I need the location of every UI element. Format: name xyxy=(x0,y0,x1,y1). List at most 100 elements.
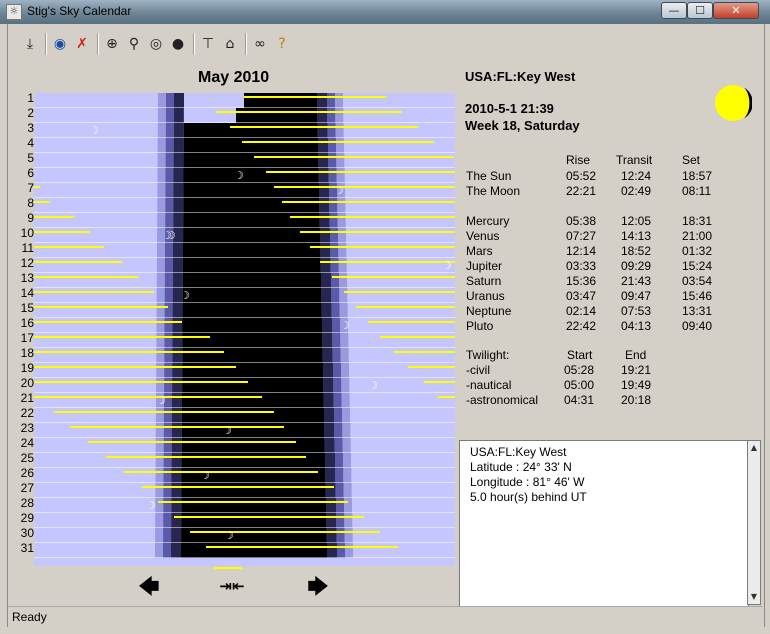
header-set: Set xyxy=(682,153,701,167)
astro-twilight-band xyxy=(322,348,333,363)
night-region xyxy=(182,318,322,333)
nautical-twilight-band xyxy=(336,513,345,528)
day-label: 16 xyxy=(20,316,34,330)
astro-twilight-band xyxy=(172,273,183,288)
header-rise: Rise xyxy=(566,153,591,167)
civil-twilight-band xyxy=(343,453,351,468)
civil-twilight-band xyxy=(155,498,164,513)
crosshair-icon[interactable]: ⊕ xyxy=(102,34,122,54)
body-rise: 15:36 xyxy=(566,274,597,288)
maximize-button[interactable]: ☐ xyxy=(687,2,713,19)
day-label: 8 xyxy=(27,196,34,210)
civil-twilight-band xyxy=(155,408,164,423)
astro-twilight-band xyxy=(173,213,184,228)
civil-twilight-band xyxy=(339,303,348,318)
nautical-twilight-band xyxy=(163,468,172,483)
location-line: Latitude : 24° 33' N xyxy=(470,460,572,474)
day-label: 21 xyxy=(20,391,34,405)
night-region xyxy=(183,153,319,168)
app-window: ☼ Stig's Sky Calendar — ☐ ✕ ⤓ ◉ ✗ ⊕ ⚲ ◎ … xyxy=(0,0,770,634)
minimize-button[interactable]: — xyxy=(661,2,687,19)
astro-twilight-band xyxy=(325,453,335,468)
binoculars-icon[interactable]: ∞ xyxy=(250,34,270,54)
nautical-twilight-band xyxy=(328,153,337,168)
status-bar: Ready xyxy=(8,606,762,627)
nautical-twilight-band xyxy=(328,138,336,153)
night-region xyxy=(182,258,321,273)
sky-calendar-chart[interactable]: ☽☽☽☽☽☽☽☽☽☽☽☽☽☽ xyxy=(34,93,455,572)
prev-month-button[interactable]: 🡄 xyxy=(135,575,163,597)
civil-twilight-band xyxy=(344,498,352,513)
astro-twilight-band xyxy=(321,303,332,318)
magnifier-icon[interactable]: ⚲ xyxy=(124,34,144,54)
nautical-twilight-band xyxy=(165,213,174,228)
moon-marker: ☽ xyxy=(334,184,344,197)
moon-marker: ☽ xyxy=(234,169,244,182)
nautical-twilight-band xyxy=(330,258,339,273)
day-label: 15 xyxy=(20,301,34,315)
body-set: 01:32 xyxy=(682,244,713,258)
scroll-down-icon[interactable]: ▼ xyxy=(748,590,760,604)
body-set: 21:00 xyxy=(682,229,713,243)
day-label: 24 xyxy=(20,436,34,450)
datetime: 2010-5-1 21:39 xyxy=(465,101,554,116)
nautical-twilight-band xyxy=(164,288,173,303)
close-button[interactable]: ✕ xyxy=(713,2,759,19)
twilight-name: -civil xyxy=(466,363,490,377)
target-icon[interactable]: ◎ xyxy=(146,34,166,54)
twilight-start: 04:31 xyxy=(564,393,595,407)
civil-twilight-band xyxy=(335,93,343,108)
civil-twilight-band xyxy=(155,468,164,483)
night-region xyxy=(183,183,319,198)
astro-twilight-band xyxy=(171,408,182,423)
starfield-icon[interactable]: ● xyxy=(168,34,188,54)
nautical-twilight-band xyxy=(331,303,340,318)
nautical-twilight-band xyxy=(163,483,172,498)
telescope-icon[interactable]: ⊤ xyxy=(198,34,218,54)
home-icon[interactable]: ⌂ xyxy=(220,34,240,54)
day-label: 10 xyxy=(20,226,34,240)
nautical-twilight-band xyxy=(164,273,173,288)
nautical-twilight-band xyxy=(332,333,341,348)
body-transit: 12:05 xyxy=(621,214,652,228)
next-month-button[interactable]: 🡆 xyxy=(304,575,332,597)
nautical-twilight-band xyxy=(165,108,174,123)
body-set: 15:24 xyxy=(682,259,713,273)
astro-twilight-band xyxy=(324,408,334,423)
location-scrollbar[interactable]: ▲ ▼ xyxy=(747,440,761,605)
civil-twilight-band xyxy=(155,453,164,468)
day-label: 30 xyxy=(20,526,34,540)
astro-twilight-band xyxy=(326,513,337,528)
body-set: 13:31 xyxy=(682,304,713,318)
body-rise: 22:42 xyxy=(566,319,597,333)
satellite-icon[interactable]: ✗ xyxy=(72,34,92,54)
civil-twilight-band xyxy=(157,168,166,183)
globe-icon[interactable]: ◉ xyxy=(50,34,70,54)
nautical-twilight-band xyxy=(164,363,173,378)
civil-twilight-band xyxy=(342,408,350,423)
help-icon[interactable]: ? xyxy=(272,34,292,54)
moon-phase-icon xyxy=(715,85,752,121)
nautical-twilight-band xyxy=(164,258,173,273)
astro-twilight-band xyxy=(172,378,183,393)
night-region xyxy=(183,198,320,213)
body-transit: 12:24 xyxy=(621,169,652,183)
twilight-start: 05:28 xyxy=(564,363,595,377)
location-line: 5.0 hour(s) behind UT xyxy=(470,490,587,504)
civil-twilight-band xyxy=(158,93,166,108)
nautical-twilight-band xyxy=(163,513,172,528)
save-icon[interactable]: ⤓ xyxy=(20,34,40,54)
nautical-twilight-band xyxy=(164,303,173,318)
civil-twilight-band xyxy=(157,138,166,153)
nautical-twilight-band xyxy=(330,228,338,243)
astro-twilight-band xyxy=(324,423,335,438)
astro-twilight-band xyxy=(171,438,182,453)
astro-twilight-band xyxy=(327,543,337,558)
day-label: 22 xyxy=(20,406,34,420)
night-region xyxy=(182,303,322,318)
location-info-box[interactable]: USA:FL:Key West Latitude : 24° 33' N Lon… xyxy=(459,440,749,607)
astro-twilight-band xyxy=(171,483,182,498)
scroll-up-icon[interactable]: ▲ xyxy=(748,441,760,455)
today-button[interactable]: ⇥⇤ xyxy=(218,575,246,597)
body-name: Mercury xyxy=(466,214,510,228)
